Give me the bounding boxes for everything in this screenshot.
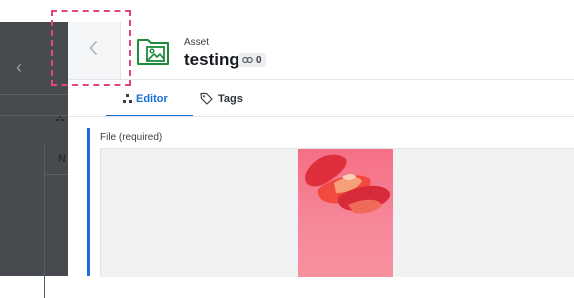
tag-icon: [200, 92, 213, 105]
tab-tags-label: Tags: [218, 93, 243, 105]
highlight-annotation: [51, 10, 131, 86]
link-icon: [242, 56, 253, 64]
tabs-divider: [68, 116, 574, 117]
paint-strokes-image: [305, 154, 391, 214]
file-field-label: File (required): [100, 132, 163, 143]
asset-image-folder-icon: [137, 39, 169, 65]
asset-title: testing: [184, 50, 240, 69]
editor-icon: [123, 94, 132, 103]
file-preview-area[interactable]: [100, 148, 574, 277]
asset-type-label: Asset: [184, 37, 210, 48]
background-back-icon: ‹: [16, 57, 22, 77]
field-focus-bar: [87, 128, 90, 276]
reference-count: 0: [256, 54, 262, 66]
header-divider: [68, 79, 574, 80]
asset-panel: Asset testing 0 Editor Tags File (requir…: [68, 22, 574, 277]
image-thumbnail[interactable]: [298, 149, 393, 277]
background-column-separator: [44, 144, 45, 298]
references-badge[interactable]: 0: [238, 53, 266, 67]
tab-tags[interactable]: Tags: [198, 81, 258, 117]
background-column-header: N: [58, 153, 66, 165]
background-divider: [0, 94, 68, 95]
background-divider: [0, 115, 68, 116]
tab-editor-label: Editor: [136, 93, 168, 105]
tab-editor[interactable]: Editor: [106, 81, 193, 117]
background-row-line: [44, 174, 68, 175]
